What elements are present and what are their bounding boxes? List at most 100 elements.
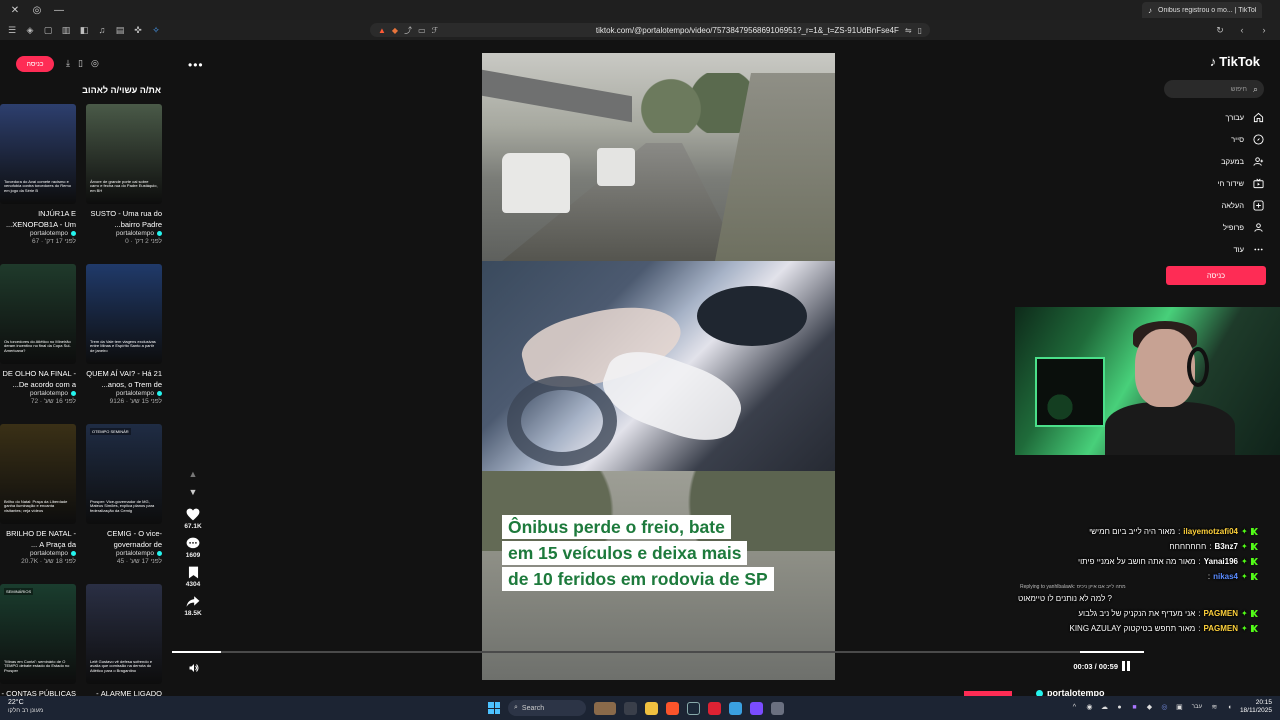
close-window-icon[interactable]: ✕ xyxy=(8,3,22,17)
wifi-icon[interactable]: ≋ xyxy=(1210,703,1219,712)
card-title[interactable]: QUEM AÍ VAI? - Há 21 anos, o Trem de... xyxy=(86,368,162,390)
app-icon-red[interactable] xyxy=(708,701,721,715)
card-author[interactable]: portalotempo xyxy=(86,230,162,237)
rewards-icon[interactable]: ◆ xyxy=(392,26,398,35)
video-thumbnail[interactable]: Brilho do Natal: Praça da Liberdade ganh… xyxy=(0,424,76,524)
bookmark-panel-icon[interactable]: ▥ xyxy=(60,24,72,36)
ai-icon[interactable]: ✧ xyxy=(150,24,162,36)
previous-video-icon[interactable]: ▲ xyxy=(189,465,198,483)
related-video-card[interactable]: Os torcedores do Atlético no Mineirão de… xyxy=(0,264,76,405)
card-author[interactable]: portalotempo xyxy=(0,230,76,237)
chat-username[interactable]: Yanai196 xyxy=(1204,557,1238,566)
related-video-card[interactable]: OTEMPO SEMINÁR Prosper: Vice-governador d… xyxy=(86,424,162,565)
chat-username[interactable]: PAGMEN xyxy=(1203,624,1238,633)
chat-username[interactable]: B3nz7 xyxy=(1214,542,1238,551)
chat-username[interactable]: nikas4 xyxy=(1213,572,1238,581)
taskbar-search[interactable]: ⌕ Search xyxy=(508,700,586,716)
brave-browser-icon[interactable] xyxy=(666,701,679,715)
search-icon[interactable]: ⌕ xyxy=(1253,84,1258,95)
tiktok-logo[interactable]: ♪ TikTok xyxy=(1210,54,1260,69)
chat-username[interactable]: ilayemotzafi04 xyxy=(1183,527,1238,536)
video-progress-bar[interactable] xyxy=(172,651,1144,653)
pause-icon[interactable] xyxy=(1122,661,1132,671)
taskview-icon[interactable] xyxy=(624,701,637,715)
sidebar-item-profile[interactable]: פרופיל xyxy=(1154,216,1264,238)
download-icon[interactable]: ⤓ xyxy=(66,58,70,69)
tray-app3-icon[interactable]: ◆ xyxy=(1145,703,1154,712)
workspace-icon[interactable]: ◎ xyxy=(30,3,44,17)
video-thumbnail[interactable]: Lelê Gustavo vê defesa sofrendo e avalia… xyxy=(86,584,162,684)
related-video-card[interactable]: Torcedora do Avaí comete racismo e xenof… xyxy=(0,104,76,245)
translate-icon[interactable]: ℱ xyxy=(432,26,438,35)
back-icon[interactable]: ‹ xyxy=(1236,24,1248,36)
settings-icon[interactable] xyxy=(771,701,784,715)
card-title[interactable]: INJÚR1A E XENOFOB1A - Um... xyxy=(0,208,76,230)
reader-icon[interactable]: ▭ xyxy=(418,26,426,35)
video-thumbnail[interactable]: Trem da Vale tem viagens exclusivas entr… xyxy=(86,264,162,364)
card-author[interactable]: portalotempo xyxy=(86,550,162,557)
sidebar-icon[interactable]: ◧ xyxy=(78,24,90,36)
compass-small-icon[interactable]: ◎ xyxy=(91,58,99,69)
tray-chevron-icon[interactable]: ^ xyxy=(1070,703,1079,712)
tray-discord-icon[interactable]: ◎ xyxy=(1160,703,1169,712)
card-title[interactable]: ALARME LIGADO - xyxy=(86,688,162,696)
language-indicator[interactable]: עבר xyxy=(1190,703,1204,712)
file-explorer-icon[interactable] xyxy=(645,701,658,715)
wallet-icon[interactable]: ▤ xyxy=(114,24,126,36)
reload-icon[interactable]: ↻ xyxy=(1214,24,1226,36)
sidebar-item-following[interactable]: במעקב xyxy=(1154,150,1264,172)
card-title[interactable]: CEMIG - O vice-governador de Minas... xyxy=(86,528,162,550)
steam-icon[interactable] xyxy=(687,701,700,715)
login-button-small[interactable]: כניסה xyxy=(16,56,54,72)
related-video-card[interactable]: Árvore de grande porte cai sobre carro e… xyxy=(86,104,162,245)
extension-icon[interactable]: ✜ xyxy=(132,24,144,36)
card-author[interactable]: portalotempo xyxy=(0,390,76,397)
sidebar-item-home[interactable]: עבורך xyxy=(1154,106,1264,128)
tray-app-icon[interactable]: ◉ xyxy=(1085,703,1094,712)
sidebar-item-compass[interactable]: סייר xyxy=(1154,128,1264,150)
related-video-card[interactable]: Trem da Vale tem viagens exclusivas entr… xyxy=(86,264,162,405)
video-thumbnail[interactable]: Os torcedores do Atlético no Mineirão de… xyxy=(0,264,76,364)
sidebar-item-more[interactable]: עוד xyxy=(1154,238,1264,260)
video-thumbnail[interactable]: Árvore de grande porte cai sobre carro e… xyxy=(86,104,162,204)
video-thumbnail[interactable]: Torcedora do Avaí comete racismo e xenof… xyxy=(0,104,76,204)
sidebar-item-live[interactable]: שידור חי xyxy=(1154,172,1264,194)
chat-username[interactable]: PAGMEN xyxy=(1203,609,1238,618)
speaker-icon[interactable]: ◖ xyxy=(1225,703,1234,712)
forward-icon[interactable]: › xyxy=(1258,24,1270,36)
card-title[interactable]: CONTAS PÚBLICAS - xyxy=(0,688,76,696)
tab-active[interactable]: ♪ Ônibus registrou o mo... | TikTok xyxy=(1142,2,1262,18)
settings-site-icon[interactable]: ⇋ xyxy=(905,26,912,35)
messenger-icon[interactable] xyxy=(750,701,763,715)
login-button[interactable]: כניסה xyxy=(1166,266,1266,285)
related-video-card[interactable]: SEMINÁRIOS "Minas em Conta": seminário de… xyxy=(0,584,76,696)
taskbar-clock[interactable]: 20:15 18/11/2025 xyxy=(1240,699,1272,715)
app-icon-blue[interactable] xyxy=(729,701,742,715)
tray-cloud-icon[interactable]: ☁ xyxy=(1100,703,1109,712)
video-frame[interactable]: Ônibus perde o freio, bate em 15 veículo… xyxy=(482,53,835,680)
shield-icon[interactable]: ◈ xyxy=(24,24,36,36)
save-button[interactable]: 4304 xyxy=(185,565,201,588)
card-author[interactable]: portalotempo xyxy=(0,550,76,557)
search-input[interactable]: חיפוש ⌕ xyxy=(1164,80,1264,98)
share-button[interactable]: 18.5K xyxy=(184,594,202,617)
share-icon[interactable]: ⤴ xyxy=(404,25,412,36)
sidebar-item-upload[interactable]: העלאה xyxy=(1154,194,1264,216)
card-title[interactable]: SUSTO - Uma rua do bairro Padre... xyxy=(86,208,162,230)
music-icon[interactable]: ♫ xyxy=(96,24,108,36)
tabs-icon[interactable]: ▢ xyxy=(42,24,54,36)
card-title[interactable]: DE OLHO NA FINAL - De acordo com a... xyxy=(0,368,77,390)
url-field[interactable]: ▲ ◆ ⤴ ▭ ℱ tiktok.com/@portalotempo/video… xyxy=(370,23,930,37)
volume-icon[interactable] xyxy=(188,661,200,673)
video-thumbnail[interactable]: SEMINÁRIOS "Minas em Conta": seminário de… xyxy=(0,584,76,684)
next-video-icon[interactable]: ▼ xyxy=(189,483,198,501)
comment-button[interactable]: 1609 xyxy=(185,536,201,559)
related-video-card[interactable]: Lelê Gustavo vê defesa sofrendo e avalia… xyxy=(86,584,162,696)
tray-app2-icon[interactable]: ■ xyxy=(1130,703,1139,712)
phone-icon[interactable]: ▯ xyxy=(78,58,83,69)
weather-widget[interactable]: 22°C מעונן רב חלקו xyxy=(8,699,43,715)
card-title[interactable]: BRILHO DE NATAL - A Praça da ... xyxy=(0,528,76,550)
related-video-card[interactable]: Brilho do Natal: Praça da Liberdade ganh… xyxy=(0,424,76,565)
brave-shield-icon[interactable]: ▲ xyxy=(378,26,386,35)
windows-start-icon[interactable] xyxy=(488,702,500,714)
